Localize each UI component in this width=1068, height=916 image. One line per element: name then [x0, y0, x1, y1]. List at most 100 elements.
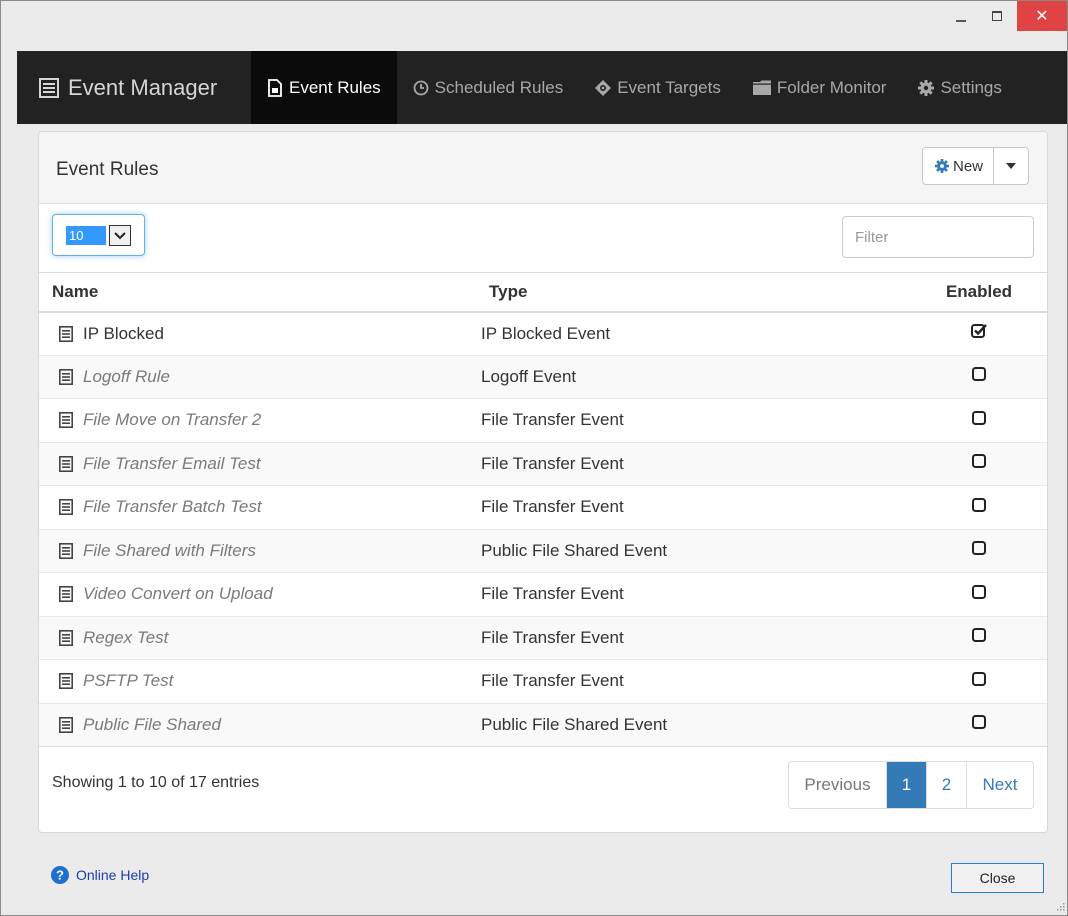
list-icon [59, 629, 73, 646]
rule-name-link[interactable]: File Move on Transfer 2 [83, 410, 261, 430]
rule-name-link[interactable]: IP Blocked [83, 324, 164, 344]
previous-page-button[interactable]: Previous [789, 762, 887, 808]
clock-icon [413, 80, 429, 95]
entries-info: Showing 1 to 10 of 17 entries [52, 774, 260, 791]
new-button-group: New [921, 147, 1029, 185]
cell-enabled [911, 615, 1047, 660]
chevron-down-icon [109, 225, 131, 246]
event-rules-panel: Event Rules New 10 Filter Name Type Enab… [38, 131, 1048, 833]
close-button[interactable]: Close [951, 863, 1044, 893]
rule-name-link[interactable]: Regex Test [83, 628, 168, 648]
close-icon: ✕ [1035, 8, 1049, 25]
gear-icon [918, 79, 935, 96]
crosshair-icon [595, 79, 612, 96]
cell-enabled [911, 528, 1047, 573]
page-2-button[interactable]: 2 [927, 762, 967, 808]
table-row[interactable]: Regex Test File Transfer Event [39, 615, 1047, 660]
top-navbar: Event Manager Event Rules Scheduled Rule… [17, 51, 1067, 124]
cell-enabled [911, 398, 1047, 442]
rule-name: Public File Shared [52, 715, 481, 735]
table-row[interactable]: Video Convert on Upload File Transfer Eve… [39, 572, 1047, 616]
cell-type: Public File Shared Event [481, 528, 911, 573]
page-1-button[interactable]: 1 [887, 762, 927, 808]
checkbox-checked-icon[interactable] [971, 323, 987, 339]
new-rule-button[interactable]: New [923, 148, 994, 184]
rule-name-link[interactable]: Public File Shared [83, 715, 221, 735]
cell-name: File Move on Transfer 2 [39, 398, 481, 442]
maximize-button[interactable] [977, 1, 1017, 31]
tab-settings[interactable]: Settings [902, 51, 1017, 124]
rule-name-link[interactable]: Video Convert on Upload [83, 584, 273, 604]
brand-label: Event Manager [68, 74, 218, 100]
column-header-type[interactable]: Type [481, 272, 911, 313]
rule-name: File Transfer Email Test [52, 454, 481, 474]
event-manager-window: ✕ Event Manager Event Rules Scheduled Ru… [0, 0, 1068, 916]
next-page-button[interactable]: Next [967, 762, 1033, 808]
checkbox-unchecked-icon[interactable] [971, 453, 987, 469]
table-row[interactable]: File Shared with Filters Public File Shar… [39, 528, 1047, 573]
cell-name: Video Convert on Upload [39, 572, 481, 616]
minimize-button[interactable] [947, 1, 975, 31]
cell-enabled [911, 702, 1047, 747]
rule-name-link[interactable]: File Shared with Filters [83, 541, 256, 561]
table-body: IP Blocked IP Blocked Event Logoff Rule Log… [39, 311, 1047, 747]
panel-title: Event Rules [56, 159, 159, 180]
filter-input[interactable] [842, 216, 1034, 258]
cell-name: File Transfer Batch Test [39, 485, 481, 529]
list-icon [59, 586, 73, 603]
new-dropdown-toggle[interactable] [994, 148, 1028, 184]
brand[interactable]: Event Manager [17, 51, 251, 124]
online-help-link[interactable]: ? Online Help [51, 866, 149, 884]
page-length-select[interactable]: 10 [52, 214, 145, 256]
rule-name-link[interactable]: File Transfer Batch Test [83, 497, 262, 517]
column-header-name[interactable]: Name [39, 272, 481, 313]
rule-name-link[interactable]: File Transfer Email Test [83, 454, 261, 474]
tab-label: Event Rules [289, 77, 381, 97]
panel-header: Event Rules New [39, 132, 1047, 204]
folder-icon [752, 80, 771, 95]
cell-name: Public File Shared [39, 702, 481, 747]
rule-name: IP Blocked [52, 324, 481, 344]
checkbox-unchecked-icon[interactable] [971, 714, 987, 730]
tab-scheduled-rules[interactable]: Scheduled Rules [397, 51, 580, 124]
tab-folder-monitor[interactable]: Folder Monitor [737, 51, 903, 124]
list-icon [59, 412, 73, 429]
table-row[interactable]: File Transfer Batch Test File Transfer Ev… [39, 485, 1047, 529]
cell-type: Logoff Event [481, 354, 911, 399]
tab-label: Scheduled Rules [434, 77, 564, 97]
rule-name-link[interactable]: Logoff Rule [83, 367, 170, 387]
svg-text:?: ? [56, 868, 64, 883]
table-row[interactable]: Public File Shared Public File Shared Eve… [39, 702, 1047, 747]
resize-grip-icon[interactable] [1055, 901, 1065, 911]
checkbox-unchecked-icon[interactable] [971, 671, 987, 687]
rule-name: Video Convert on Upload [52, 584, 481, 604]
tab-label: Folder Monitor [776, 77, 887, 97]
checkbox-unchecked-icon[interactable] [971, 584, 987, 600]
column-header-enabled[interactable]: Enabled [911, 272, 1047, 313]
table-row[interactable]: PSFTP Test File Transfer Event [39, 659, 1047, 703]
table-row[interactable]: Logoff Rule Logoff Event [39, 354, 1047, 399]
list-icon [59, 325, 73, 342]
tab-event-targets[interactable]: Event Targets [579, 51, 737, 124]
cell-name: Regex Test [39, 615, 481, 660]
tab-event-rules[interactable]: Event Rules [251, 51, 397, 124]
table-row[interactable]: File Move on Transfer 2 File Transfer Eve… [39, 398, 1047, 442]
cell-enabled [911, 441, 1047, 486]
checkbox-unchecked-icon[interactable] [971, 410, 987, 426]
tab-label: Event Targets [617, 77, 721, 97]
close-window-button[interactable]: ✕ [1017, 1, 1067, 31]
checkbox-unchecked-icon[interactable] [971, 540, 987, 556]
cell-name: File Transfer Email Test [39, 441, 481, 486]
rule-name-link[interactable]: PSFTP Test [83, 671, 173, 691]
checkbox-unchecked-icon[interactable] [971, 627, 987, 643]
table-row[interactable]: IP Blocked IP Blocked Event [39, 311, 1047, 355]
table-row[interactable]: File Transfer Email Test File Transfer Ev… [39, 441, 1047, 486]
checkbox-unchecked-icon[interactable] [971, 497, 987, 513]
cell-type: File Transfer Event [481, 441, 911, 486]
cell-type: File Transfer Event [481, 398, 911, 442]
cell-enabled [911, 659, 1047, 703]
cell-type: File Transfer Event [481, 572, 911, 616]
cell-name: PSFTP Test [39, 659, 481, 703]
checkbox-unchecked-icon[interactable] [971, 366, 987, 382]
table-toolbar: 10 [39, 204, 1047, 272]
